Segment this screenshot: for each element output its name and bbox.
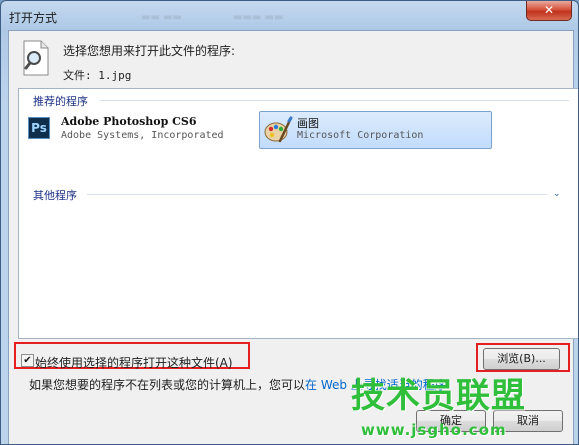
hint-prefix: 如果您想要的程序不在列表或您的计算机上，您可以	[29, 378, 306, 392]
dialog-prompt: 选择您想用来打开此文件的程序:	[63, 44, 236, 58]
title-bar-background-text: ▬▬▬ ▬▬	[233, 12, 284, 23]
check-icon: ✔	[23, 355, 32, 366]
section-divider	[87, 194, 547, 195]
recommended-programs-header[interactable]: 推荐的程序	[33, 93, 88, 109]
program-publisher: Adobe Systems, Incorporated	[61, 130, 224, 141]
program-publisher: Microsoft Corporation	[297, 130, 424, 141]
watermark-url: www.jsgho.com	[361, 421, 507, 439]
file-search-icon	[23, 40, 49, 76]
close-icon: ✕	[543, 3, 555, 17]
paint-palette-icon	[264, 116, 293, 143]
program-name: 画图	[297, 117, 319, 130]
watermark-brand: 技术员联盟	[351, 376, 526, 416]
file-name-label: 文件: 1.jpg	[63, 69, 132, 82]
window-title: 打开方式	[9, 11, 58, 25]
browse-button[interactable]: 浏览(B)...	[483, 348, 560, 370]
title-bar-background-text: ▬▬ ▬▬	[141, 12, 182, 23]
chevron-down-icon[interactable]: ⌄	[553, 189, 561, 199]
title-bar[interactable]: 打开方式 ▬▬ ▬▬ ▬▬▬ ▬▬ ✕	[1, 1, 578, 31]
close-button[interactable]: ✕	[526, 1, 572, 21]
open-with-dialog: 打开方式 ▬▬ ▬▬ ▬▬▬ ▬▬ ✕ 选择您想用来打开此文件的程序: 文件: …	[0, 0, 579, 445]
program-list[interactable]: 推荐的程序 Ps Adobe Photoshop CS6 Adobe Syste…	[18, 88, 578, 339]
always-use-label[interactable]: 始终使用选择的程序打开这种文件(A)	[35, 354, 233, 371]
photoshop-icon: Ps	[28, 117, 50, 139]
program-item-paint[interactable]: 画图 Microsoft Corporation	[259, 111, 492, 149]
other-programs-header[interactable]: 其他程序	[33, 187, 77, 203]
section-divider	[99, 100, 569, 101]
program-item-photoshop[interactable]: Ps Adobe Photoshop CS6 Adobe Systems, In…	[23, 111, 257, 149]
always-use-checkbox[interactable]: ✔	[21, 354, 34, 367]
program-name: Adobe Photoshop CS6	[61, 115, 197, 128]
